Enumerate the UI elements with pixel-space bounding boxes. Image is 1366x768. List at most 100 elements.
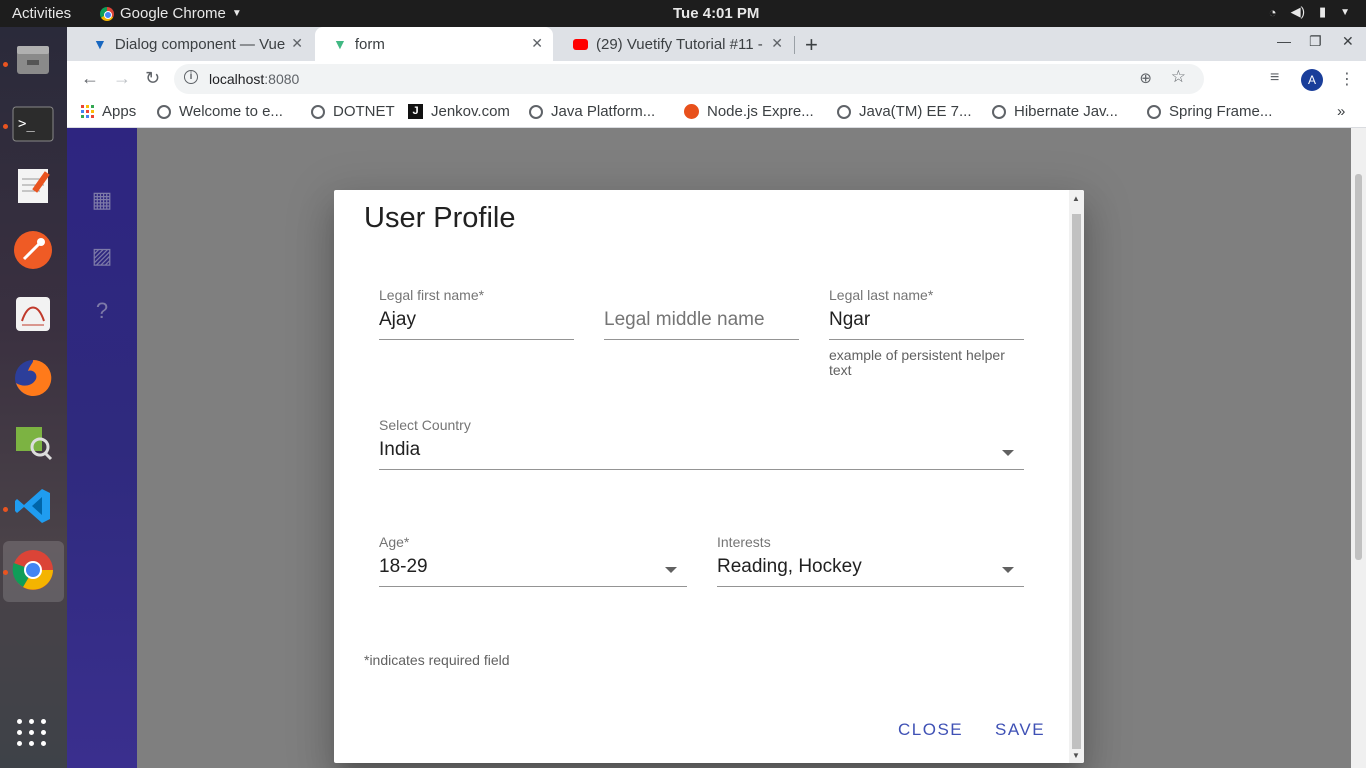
postman-icon[interactable] bbox=[10, 227, 56, 273]
clock[interactable]: Tue 4:01 PM bbox=[673, 5, 759, 22]
dropdown-arrow-icon[interactable] bbox=[1002, 450, 1014, 456]
system-tray[interactable]: ◔ ◀) ▮ ▼ bbox=[1269, 4, 1350, 20]
field-underline bbox=[379, 469, 1024, 470]
app-menu[interactable]: Google Chrome ▼ bbox=[100, 5, 242, 22]
browser-window: ▼ Dialog component — Vue ✕ ▼ form ✕ (29)… bbox=[67, 27, 1366, 768]
country-select[interactable]: Select Country India bbox=[379, 417, 1024, 477]
image-viewer-icon[interactable] bbox=[10, 419, 56, 465]
field-underline bbox=[829, 339, 1024, 340]
last-name-field[interactable]: Legal last name* Ngar example of persist… bbox=[829, 287, 1024, 382]
page-scrollbar[interactable] bbox=[1351, 128, 1366, 768]
new-tab-button[interactable]: + bbox=[805, 32, 818, 58]
bookmark-item[interactable]: Java Platform... bbox=[529, 103, 655, 120]
minimize-icon[interactable]: — bbox=[1277, 33, 1291, 49]
document-viewer-icon[interactable] bbox=[10, 291, 56, 337]
terminal-icon[interactable]: >_ bbox=[10, 101, 56, 147]
first-name-value: Ajay bbox=[379, 309, 416, 330]
bookmark-label: Node.js Expre... bbox=[707, 103, 814, 120]
media-control-icon[interactable]: ≡ bbox=[1270, 69, 1279, 87]
bookmark-item[interactable]: Hibernate Jav... bbox=[992, 103, 1118, 120]
bookmark-star-icon[interactable]: ☆ bbox=[1171, 67, 1186, 87]
url-port: :8080 bbox=[264, 71, 300, 87]
text-editor-icon[interactable] bbox=[10, 163, 56, 209]
age-select[interactable]: Age* 18-29 bbox=[379, 534, 687, 594]
back-arrow-icon[interactable]: ← bbox=[81, 68, 99, 89]
page-content: ▦ ▨ ? User Profile Legal first name* Aja… bbox=[67, 128, 1366, 768]
files-icon[interactable] bbox=[10, 37, 56, 83]
scroll-down-arrow-icon[interactable]: ▼ bbox=[1072, 751, 1080, 760]
chrome-menu-icon[interactable]: ⋮ bbox=[1339, 69, 1355, 89]
site-info-icon[interactable]: i bbox=[184, 70, 198, 84]
field-underline bbox=[604, 339, 799, 340]
dashboard-icon[interactable]: ▦ bbox=[90, 188, 114, 212]
bookmark-item[interactable]: Spring Frame... bbox=[1147, 103, 1272, 120]
last-name-helper-text: example of persistent helper text bbox=[829, 347, 1005, 378]
jenkov-icon: J bbox=[408, 104, 423, 119]
globe-icon bbox=[1147, 104, 1161, 119]
zoom-icon[interactable]: ⊕ bbox=[1139, 69, 1152, 87]
url-text: localhost:8080 bbox=[209, 71, 299, 87]
last-name-label: Legal last name* bbox=[829, 287, 934, 303]
side-navigation: ▦ ▨ ? bbox=[67, 128, 137, 768]
dialog-scrollbar[interactable]: ▲ ▼ bbox=[1069, 190, 1084, 763]
tab-form[interactable]: ▼ form ✕ bbox=[315, 27, 553, 61]
bookmark-label: DOTNET bbox=[333, 103, 395, 120]
globe-icon bbox=[837, 104, 851, 119]
bookmarks-bar: Apps Welcome to e... DOTNET J Jenkov.com… bbox=[67, 97, 1366, 128]
bookmark-item[interactable]: J Jenkov.com bbox=[408, 103, 510, 120]
user-profile-dialog: User Profile Legal first name* Ajay Lega… bbox=[334, 190, 1084, 763]
required-field-note: *indicates required field bbox=[364, 652, 510, 668]
show-applications-icon[interactable] bbox=[17, 719, 47, 746]
address-bar[interactable]: i localhost:8080 ⊕ ☆ bbox=[174, 64, 1204, 94]
dialog-scrollbar-thumb[interactable] bbox=[1072, 214, 1081, 749]
bookmark-item[interactable]: Java(TM) EE 7... bbox=[837, 103, 972, 120]
close-tab-icon[interactable]: ✕ bbox=[291, 35, 303, 52]
profile-avatar[interactable]: A bbox=[1301, 69, 1323, 91]
interests-select[interactable]: Interests Reading, Hockey bbox=[717, 534, 1024, 594]
scroll-up-arrow-icon[interactable]: ▲ bbox=[1072, 194, 1080, 203]
help-icon[interactable]: ? bbox=[90, 299, 114, 323]
bookmark-item[interactable]: Node.js Expre... bbox=[684, 103, 814, 120]
url-host: localhost bbox=[209, 71, 265, 87]
first-name-field[interactable]: Legal first name* Ajay bbox=[379, 287, 574, 347]
dialog-title: User Profile bbox=[364, 202, 516, 234]
save-button[interactable]: SAVE bbox=[995, 720, 1045, 740]
close-window-icon[interactable]: ✕ bbox=[1342, 33, 1354, 50]
bookmark-item[interactable]: Welcome to e... bbox=[157, 103, 283, 120]
middle-name-field[interactable]: Legal middle name bbox=[604, 287, 799, 347]
interests-value: Reading, Hockey bbox=[717, 556, 862, 577]
bookmark-item[interactable]: DOTNET bbox=[311, 103, 395, 120]
tab-separator bbox=[794, 36, 795, 54]
bookmark-label: Hibernate Jav... bbox=[1014, 103, 1118, 120]
close-tab-icon[interactable]: ✕ bbox=[531, 35, 543, 52]
forward-arrow-icon[interactable]: → bbox=[113, 68, 131, 89]
image-icon[interactable]: ▨ bbox=[90, 244, 114, 268]
bookmark-apps[interactable]: Apps bbox=[81, 103, 136, 120]
field-underline bbox=[379, 586, 687, 587]
chrome-dock-icon[interactable] bbox=[10, 547, 56, 593]
vscode-icon[interactable] bbox=[10, 483, 56, 529]
tab-dialog-component[interactable]: ▼ Dialog component — Vue ✕ bbox=[75, 27, 313, 61]
first-name-label: Legal first name* bbox=[379, 287, 485, 303]
ubuntu-top-bar: Activities Google Chrome ▼ Tue 4:01 PM ◔… bbox=[0, 0, 1366, 27]
activities-button[interactable]: Activities bbox=[12, 5, 71, 22]
bookmark-label: Welcome to e... bbox=[179, 103, 283, 120]
dropdown-arrow-icon[interactable] bbox=[665, 567, 677, 573]
maximize-icon[interactable]: ❐ bbox=[1309, 33, 1322, 50]
page-scrollbar-thumb[interactable] bbox=[1355, 174, 1362, 560]
close-button[interactable]: CLOSE bbox=[898, 720, 963, 740]
close-tab-icon[interactable]: ✕ bbox=[771, 35, 783, 52]
volume-icon: ◀) bbox=[1290, 4, 1305, 19]
reload-icon[interactable]: ↻ bbox=[145, 68, 160, 89]
vue-icon: ▼ bbox=[333, 36, 347, 52]
browser-toolbar: ← → ↻ i localhost:8080 ⊕ ☆ ≡ A ⋮ bbox=[67, 61, 1366, 117]
dropdown-arrow-icon[interactable] bbox=[1002, 567, 1014, 573]
tab-strip: ▼ Dialog component — Vue ✕ ▼ form ✕ (29)… bbox=[67, 27, 1366, 61]
running-indicator bbox=[3, 124, 8, 129]
tab-youtube[interactable]: (29) Vuetify Tutorial #11 - ✕ bbox=[555, 27, 793, 61]
bookmark-label: Spring Frame... bbox=[1169, 103, 1273, 120]
interests-label: Interests bbox=[717, 534, 771, 550]
tab-title: form bbox=[354, 35, 385, 53]
firefox-icon[interactable] bbox=[10, 355, 56, 401]
bookmarks-overflow-icon[interactable]: » bbox=[1337, 103, 1345, 120]
